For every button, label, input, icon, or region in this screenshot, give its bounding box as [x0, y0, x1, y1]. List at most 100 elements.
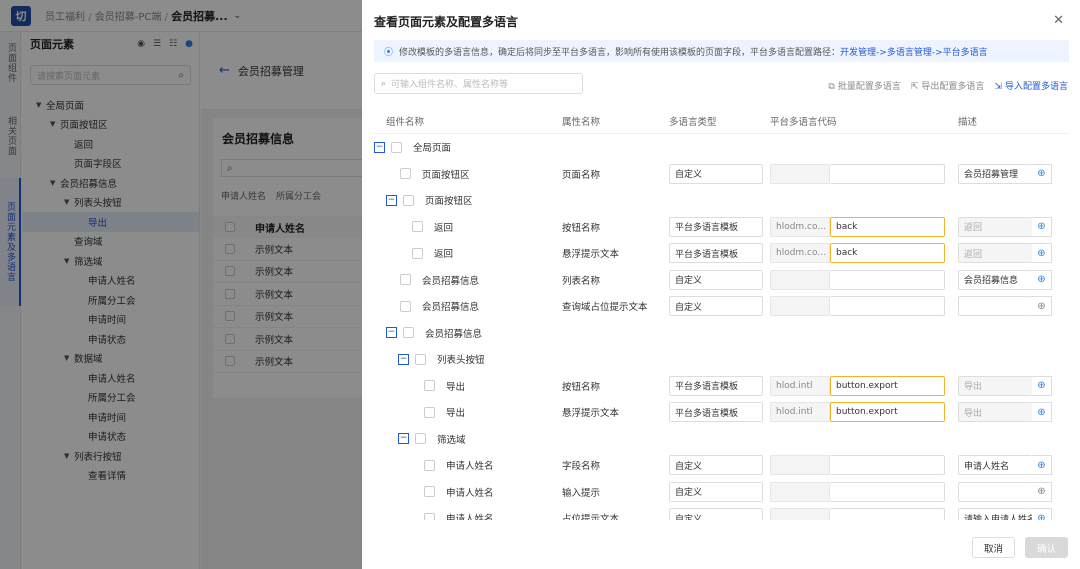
globe-icon[interactable]: ⊕	[1032, 508, 1052, 520]
component-cell: 会员招募信息	[374, 273, 562, 287]
collapse-toggle-icon[interactable]: −	[386, 194, 397, 206]
attribute-name: 按钮名称	[562, 222, 601, 234]
lang-type-select[interactable]: 平台多语言模板	[669, 375, 763, 396]
import-config-button[interactable]: ⇲ 导入配置多语言	[994, 79, 1068, 92]
description-input[interactable]	[958, 296, 1032, 317]
globe-icon[interactable]: ⊕	[1032, 163, 1052, 184]
lang-type-select[interactable]: 自定义	[669, 481, 763, 502]
lang-type-cell: 平台多语言模板	[669, 243, 770, 264]
row-checkbox[interactable]	[424, 512, 435, 520]
notice-path-link[interactable]: 开发管理->多语言管理->平台多语言	[840, 45, 988, 58]
globe-icon[interactable]: ⊕	[1032, 402, 1052, 423]
component-name: 列表头按钮	[437, 355, 485, 367]
description-cell: ⊕	[958, 481, 1057, 502]
code-value-input[interactable]	[830, 296, 945, 317]
row-checkbox[interactable]	[400, 274, 411, 286]
export-config-label: 导出配置多语言	[921, 82, 985, 92]
import-icon: ⇲	[994, 82, 1002, 92]
description-input[interactable]	[958, 481, 1032, 502]
cancel-button[interactable]: 取消	[971, 537, 1015, 558]
column-header-code: 平台多语言代码	[770, 116, 837, 128]
row-checkbox[interactable]	[424, 406, 435, 418]
code-prefix	[770, 508, 830, 520]
lang-type-select[interactable]: 自定义	[669, 508, 763, 520]
globe-icon[interactable]: ⊕	[1032, 269, 1052, 290]
component-cell: 会员招募信息	[374, 299, 562, 313]
lang-type-select[interactable]: 平台多语言模板	[669, 402, 763, 423]
export-config-button[interactable]: ⇱ 导出配置多语言	[911, 79, 985, 92]
code-value-input[interactable]	[830, 455, 945, 476]
code-cell	[770, 269, 958, 290]
code-value-input[interactable]: button.export	[830, 375, 945, 396]
code-cell	[770, 296, 958, 317]
collapse-toggle-icon[interactable]: −	[386, 327, 397, 339]
component-name: 会员招募信息	[425, 328, 483, 340]
globe-icon[interactable]: ⊕	[1032, 296, 1052, 317]
group-row: − 全局页面	[374, 134, 1069, 161]
code-value-input[interactable]	[830, 481, 945, 502]
description-input[interactable]: 请输入申请人姓名	[958, 508, 1032, 520]
lang-type-cell: 自定义	[669, 481, 770, 502]
row-checkbox[interactable]	[424, 459, 435, 471]
component-name: 申请人姓名	[446, 487, 494, 499]
table-row: 页面按钮区 页面名称 自定义 会员招募管理 ⊕	[374, 161, 1069, 188]
row-checkbox[interactable]	[412, 221, 423, 233]
collapse-toggle-icon[interactable]: −	[398, 353, 409, 365]
globe-icon[interactable]: ⊕	[1032, 481, 1052, 502]
code-value-input[interactable]: back	[830, 243, 945, 264]
component-cell: − 会员招募信息	[374, 326, 562, 340]
row-checkbox[interactable]	[400, 168, 411, 180]
description-input[interactable]: 申请人姓名	[958, 455, 1032, 476]
confirm-button[interactable]: 确认	[1024, 537, 1068, 558]
row-checkbox[interactable]	[424, 380, 435, 392]
row-checkbox[interactable]	[400, 300, 411, 312]
component-search-input[interactable]: ⌕ 可输入组件名称、属性名称等	[374, 73, 583, 94]
notice-text: 修改模板的多语言信息，确定后将同步至平台多语言，影响所有使用该模板的页面字段，平…	[399, 47, 841, 58]
row-checkbox[interactable]	[403, 194, 414, 206]
component-name: 页面按钮区	[422, 169, 470, 181]
description-input: 返回	[958, 216, 1032, 237]
code-value-input[interactable]	[830, 163, 945, 184]
row-checkbox[interactable]	[403, 327, 414, 339]
code-prefix	[770, 481, 830, 502]
drawer-footer: 取消 确认	[971, 537, 1068, 558]
component-cell: 申请人姓名	[374, 511, 562, 520]
search-placeholder: 可输入组件名称、属性名称等	[391, 80, 509, 90]
lang-type-cell: 自定义	[669, 508, 770, 520]
row-checkbox[interactable]	[391, 141, 402, 153]
column-header-attribute: 属性名称	[562, 116, 601, 128]
row-checkbox[interactable]	[412, 247, 423, 259]
table-body: − 全局页面 页面按钮区 页面名称 自定义 会员招募管理 ⊕ − 页面按钮区 返回 按钮名称 平台多语…	[374, 134, 1069, 520]
code-value-input[interactable]	[830, 269, 945, 290]
batch-config-button[interactable]: ⧉ 批量配置多语言	[828, 79, 900, 92]
close-icon[interactable]: ✕	[1053, 13, 1064, 28]
lang-type-select[interactable]: 平台多语言模板	[669, 243, 763, 264]
lang-type-select[interactable]: 自定义	[669, 455, 763, 476]
row-checkbox[interactable]	[424, 486, 435, 498]
collapse-toggle-icon[interactable]: −	[398, 433, 409, 445]
description-input[interactable]: 会员招募管理	[958, 163, 1032, 184]
lang-type-select[interactable]: 平台多语言模板	[669, 216, 763, 237]
table-row: 导出 按钮名称 平台多语言模板 hlod.intl button.export 导出 ⊕	[374, 373, 1069, 400]
code-cell	[770, 481, 958, 502]
globe-icon[interactable]: ⊕	[1032, 375, 1052, 396]
row-checkbox[interactable]	[415, 433, 426, 445]
globe-icon[interactable]: ⊕	[1032, 216, 1052, 237]
collapse-toggle-icon[interactable]: −	[374, 141, 385, 153]
code-value-input[interactable]: button.export	[830, 402, 945, 423]
globe-icon[interactable]: ⊕	[1032, 455, 1052, 476]
component-cell: 申请人姓名	[374, 485, 562, 499]
code-value-input[interactable]: back	[830, 216, 945, 237]
code-value-input[interactable]	[830, 508, 945, 520]
row-checkbox[interactable]	[415, 353, 426, 365]
table-row: 申请人姓名 输入提示 自定义 ⊕	[374, 479, 1069, 506]
lang-type-select[interactable]: 自定义	[669, 163, 763, 184]
lang-type-select[interactable]: 自定义	[669, 296, 763, 317]
lang-type-select[interactable]: 自定义	[669, 269, 763, 290]
description-input: 返回	[958, 243, 1032, 264]
description-input[interactable]: 会员招募信息	[958, 269, 1032, 290]
import-config-label: 导入配置多语言	[1004, 82, 1068, 92]
component-name: 导出	[446, 408, 466, 420]
attribute-name: 按钮名称	[562, 381, 601, 393]
globe-icon[interactable]: ⊕	[1032, 243, 1052, 264]
